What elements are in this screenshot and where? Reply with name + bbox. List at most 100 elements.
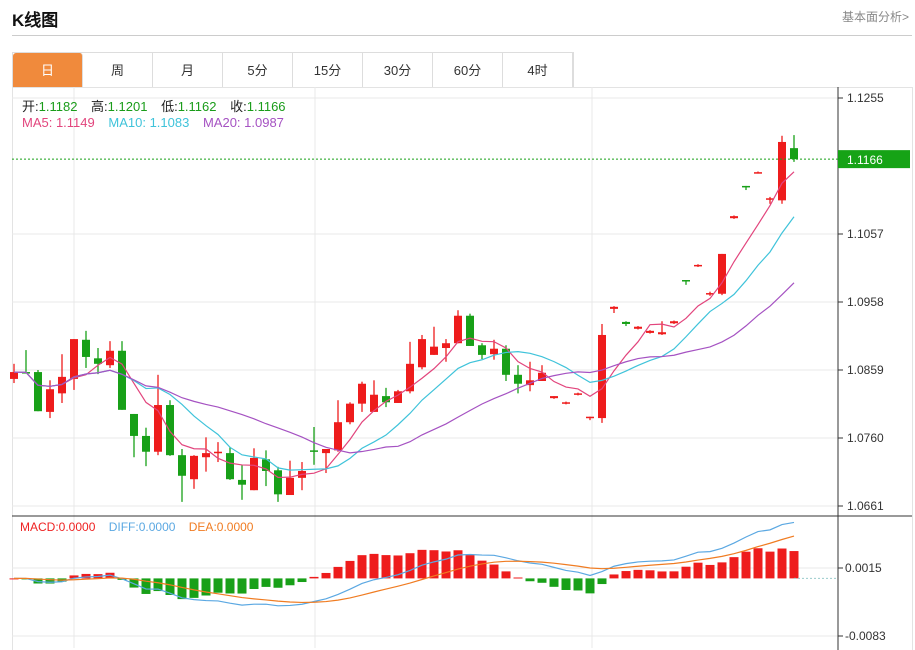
candle-up — [634, 326, 642, 329]
macd-bar — [705, 564, 715, 579]
candle-up — [334, 422, 342, 451]
candle-up — [10, 372, 18, 379]
macd-bar — [189, 578, 199, 598]
macd-bar — [657, 571, 667, 579]
open-value: 1.1182 — [38, 99, 78, 114]
candle-down — [34, 372, 42, 412]
macd-legend: MACD:0.0000 DIFF:0.0000 DEA:0.0000 — [20, 520, 263, 534]
candle-up — [202, 453, 210, 458]
macd-bar — [309, 576, 319, 579]
macd-bar — [441, 551, 451, 579]
macd-bar — [609, 574, 619, 579]
candle-up — [598, 334, 606, 419]
macd-bar — [345, 560, 355, 579]
candle-down — [466, 315, 474, 346]
candle-down — [682, 280, 690, 282]
macd-bar — [213, 578, 223, 593]
ohlc-legend: 开:1.1182 高:1.1201 低:1.1162 收:1.1166 — [22, 96, 296, 115]
candle-up — [418, 339, 426, 368]
candle-down — [274, 470, 282, 495]
candle-down — [130, 413, 138, 436]
macd-bar — [525, 578, 535, 582]
candle-up — [454, 315, 462, 344]
candle-up — [754, 172, 762, 174]
candle-up — [610, 306, 618, 309]
candle-up — [718, 253, 726, 294]
close-value: 1.1166 — [246, 99, 286, 114]
candle-up — [46, 389, 54, 412]
macd-tick-label: 0.0015 — [845, 561, 882, 575]
macd-bar — [765, 551, 775, 579]
candle-up — [550, 396, 558, 399]
macd-bar — [357, 555, 367, 579]
candle-down — [622, 321, 630, 324]
macd-bar — [549, 578, 559, 587]
macd-bar — [405, 553, 415, 579]
macd-bar — [297, 578, 307, 583]
candle-up — [286, 477, 294, 496]
candle-down — [742, 185, 750, 188]
price-tick-label: 1.0859 — [847, 363, 884, 377]
macd-bar — [669, 571, 679, 579]
candle-down — [178, 455, 186, 476]
macd-bar — [789, 551, 799, 579]
macd-bar — [633, 569, 643, 579]
close-label: 收: — [230, 99, 247, 114]
candle-up — [346, 403, 354, 423]
candle-up — [442, 343, 450, 349]
macd-bar — [273, 578, 283, 588]
price-tick-label: 1.0661 — [847, 499, 884, 513]
macd-bar — [249, 578, 259, 589]
macd-bar — [489, 564, 499, 579]
low-label: 低: — [161, 99, 178, 114]
macd-bar — [621, 571, 631, 579]
candle-up — [730, 216, 738, 219]
candle-down — [226, 453, 234, 480]
macd-bar — [261, 578, 271, 587]
macd-bar — [513, 577, 523, 579]
candle-down — [238, 479, 246, 485]
macd-bar — [429, 550, 439, 579]
ma5-value: MA5: 1.1149 — [22, 115, 95, 130]
candle-up — [586, 416, 594, 419]
macd-bar — [537, 578, 547, 583]
macd-bar — [777, 548, 787, 579]
macd-bar — [321, 572, 331, 579]
macd-bar — [501, 571, 511, 579]
high-label: 高: — [91, 99, 108, 114]
candle-down — [82, 339, 90, 357]
macd-value: MACD:0.0000 — [20, 520, 96, 534]
price-tick-label: 1.0760 — [847, 431, 884, 445]
macd-bar — [381, 555, 391, 579]
macd-bar — [585, 578, 595, 594]
ma10-value: MA10: 1.1083 — [108, 115, 190, 130]
candle-up — [562, 402, 570, 404]
ma-legend: MA5: 1.1149 MA10: 1.1083 MA20: 1.0987 — [22, 115, 294, 130]
candle-up — [154, 405, 162, 452]
candle-down — [514, 374, 522, 384]
low-value: 1.1162 — [177, 99, 217, 114]
macd-bar — [717, 562, 727, 579]
price-tick-label: 1.1057 — [847, 227, 884, 241]
macd-tick-label: -0.0083 — [845, 629, 886, 643]
macd-bar — [573, 578, 583, 591]
macd-bar — [285, 578, 295, 586]
macd-bar — [645, 570, 655, 579]
price-tick-label: 1.0958 — [847, 295, 884, 309]
macd-bar — [561, 578, 571, 590]
price-tick-label: 1.1255 — [847, 91, 884, 105]
macd-bar — [693, 562, 703, 579]
candle-up — [778, 141, 786, 201]
macd-bar — [681, 566, 691, 579]
macd-bar — [369, 553, 379, 579]
diff-value: DIFF:0.0000 — [108, 520, 176, 534]
candle-up — [430, 346, 438, 355]
current-price-label: 1.1166 — [847, 153, 883, 167]
candle-up — [322, 448, 330, 454]
candle-up — [670, 321, 678, 324]
macd-bar — [729, 557, 739, 579]
candle-down — [478, 345, 486, 355]
macd-bar — [225, 578, 235, 594]
candle-down — [142, 435, 150, 452]
ma20-value: MA20: 1.0987 — [202, 115, 284, 130]
